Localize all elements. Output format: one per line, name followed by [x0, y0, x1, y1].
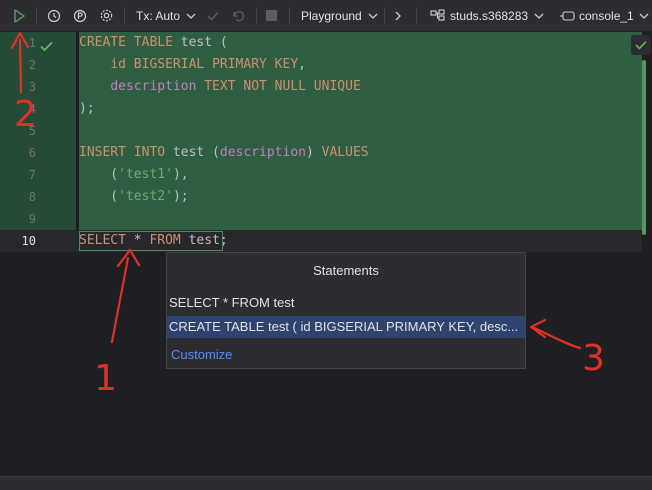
annotation-label-3: 3 [582, 338, 605, 379]
annotation-arrow-1 [110, 248, 141, 344]
annotation-arrow-3 [529, 318, 582, 350]
annotation-layer: 2 1 3 [10, 31, 605, 399]
annotation-arrow-2 [10, 31, 30, 94]
annotation-label-2: 2 [14, 94, 37, 135]
annotation-label-1: 1 [94, 358, 117, 399]
